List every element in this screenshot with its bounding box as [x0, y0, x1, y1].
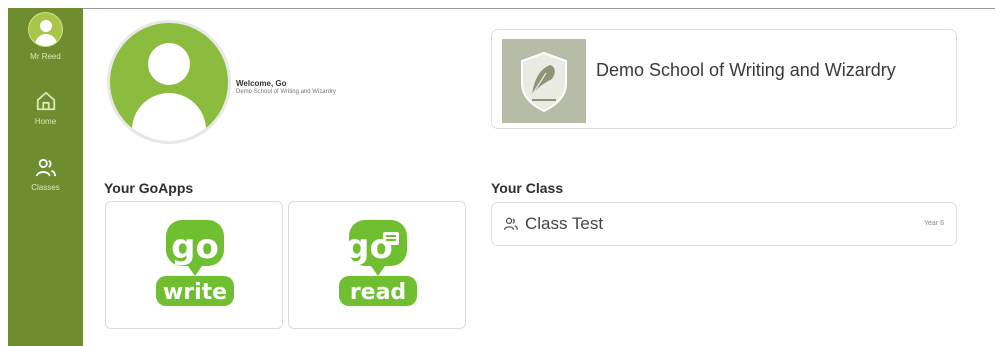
classes-icon — [504, 217, 518, 230]
sidebar-item-home[interactable]: Home — [8, 90, 83, 126]
school-logo — [502, 39, 586, 123]
app-card-go-read[interactable]: go read — [288, 201, 466, 329]
sidebar-item-label: Home — [34, 117, 57, 126]
welcome-school-text: Demo School of Writing and Wizardry — [236, 89, 336, 95]
svg-text:go: go — [171, 227, 219, 267]
go-read-logo: go read — [339, 220, 417, 306]
quill-shield-icon — [521, 51, 567, 113]
welcome-text: Welcome, Go — [236, 79, 287, 88]
go-write-logo: go write — [156, 220, 234, 306]
sidebar-item-classes[interactable]: Classes — [8, 158, 83, 192]
profile-avatar[interactable] — [107, 20, 231, 144]
goapps-title: Your GoApps — [104, 180, 194, 196]
sidebar-item-label: Classes — [31, 183, 60, 192]
svg-text:write: write — [163, 280, 227, 305]
your-class-title: Your Class — [491, 180, 564, 196]
school-name: Demo School of Writing and Wizardry — [596, 60, 896, 80]
class-card[interactable]: Class Test Year 6 — [491, 202, 957, 246]
sidebar-user[interactable]: Mr Reed — [8, 12, 83, 61]
home-icon — [36, 91, 55, 111]
svg-text:read: read — [350, 280, 406, 305]
sidebar-user-name: Mr Reed — [30, 52, 61, 61]
app-card-go-write[interactable]: go write — [105, 201, 283, 329]
user-avatar-icon — [28, 12, 63, 47]
school-card[interactable]: Demo School of Writing and Wizardry — [491, 29, 957, 129]
class-year-badge: Year 6 — [924, 220, 944, 227]
top-divider — [8, 8, 995, 9]
sidebar: Mr Reed Home Classes — [8, 8, 83, 346]
classes-icon — [35, 158, 56, 177]
class-name: Class Test — [525, 214, 604, 233]
